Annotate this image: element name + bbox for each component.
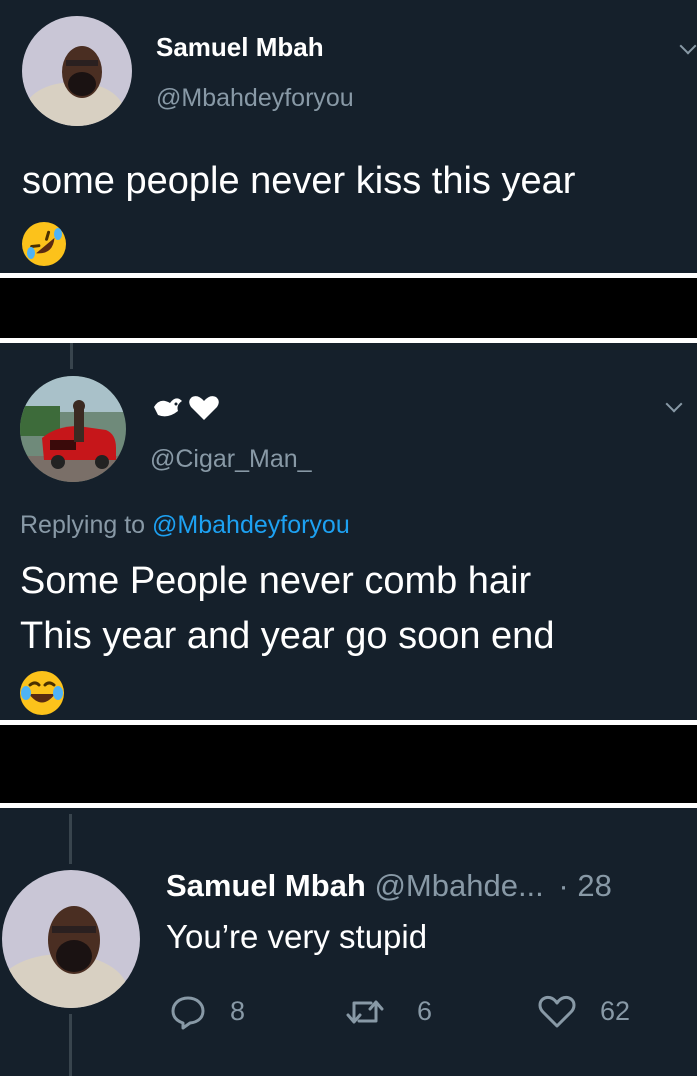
avatar[interactable] (2, 870, 140, 1008)
timestamp[interactable]: · 28 (558, 868, 611, 903)
retweet-count: 6 (417, 996, 433, 1026)
tweet-text-line-1: Some People never comb hair (20, 560, 532, 602)
black-band (0, 278, 697, 338)
chevron-down-icon[interactable] (679, 37, 697, 55)
display-name[interactable]: Samuel Mbah (156, 32, 324, 63)
thread-line (69, 1014, 72, 1076)
retweet-icon (346, 1000, 384, 1024)
reply-icon (171, 996, 205, 1030)
reply-button[interactable]: 8 (170, 990, 270, 1034)
retweet-button[interactable]: 6 (345, 990, 445, 1034)
like-count: 62 (600, 996, 631, 1026)
heart-icon (538, 995, 576, 1028)
black-band (0, 725, 697, 803)
replying-to-label: Replying to (20, 511, 146, 539)
avatar[interactable] (20, 376, 126, 482)
thread-line (70, 343, 73, 369)
tears-of-joy-emoji (20, 671, 64, 715)
user-handle[interactable]: @Cigar_Man_ (150, 445, 312, 474)
tweet-header: Samuel Mbah @Mbahde... · 28 (166, 868, 612, 904)
tweet-card-response[interactable]: Samuel Mbah @Mbahde... · 28 You’re very … (0, 808, 697, 1076)
tweet-text: some people never kiss this year (22, 160, 576, 202)
chevron-down-icon[interactable] (665, 395, 683, 413)
tweet-card-reply[interactable]: @Cigar_Man_ Replying to @Mbahdeyforyou S… (0, 343, 697, 720)
display-name[interactable]: Samuel Mbah (166, 868, 366, 903)
rolling-on-floor-laughing-emoji (22, 222, 66, 266)
replying-to-handle[interactable]: @Mbahdeyforyou (152, 511, 350, 539)
user-handle[interactable]: @Mbahdeyforyou (156, 84, 354, 113)
dove-heart-emoji (150, 393, 220, 423)
tweet-text: You’re very stupid (166, 918, 428, 955)
avatar[interactable] (22, 16, 132, 126)
thread-line (69, 814, 72, 864)
replying-to-line: Replying to @Mbahdeyforyou (20, 511, 350, 540)
reply-count: 8 (230, 996, 246, 1026)
like-button[interactable]: 62 (538, 990, 648, 1034)
tweet-card-original[interactable]: Samuel Mbah @Mbahdeyforyou some people n… (0, 0, 697, 273)
user-handle[interactable]: @Mbahde... (374, 868, 543, 903)
tweet-text-line-2: This year and year go soon end (20, 615, 555, 657)
